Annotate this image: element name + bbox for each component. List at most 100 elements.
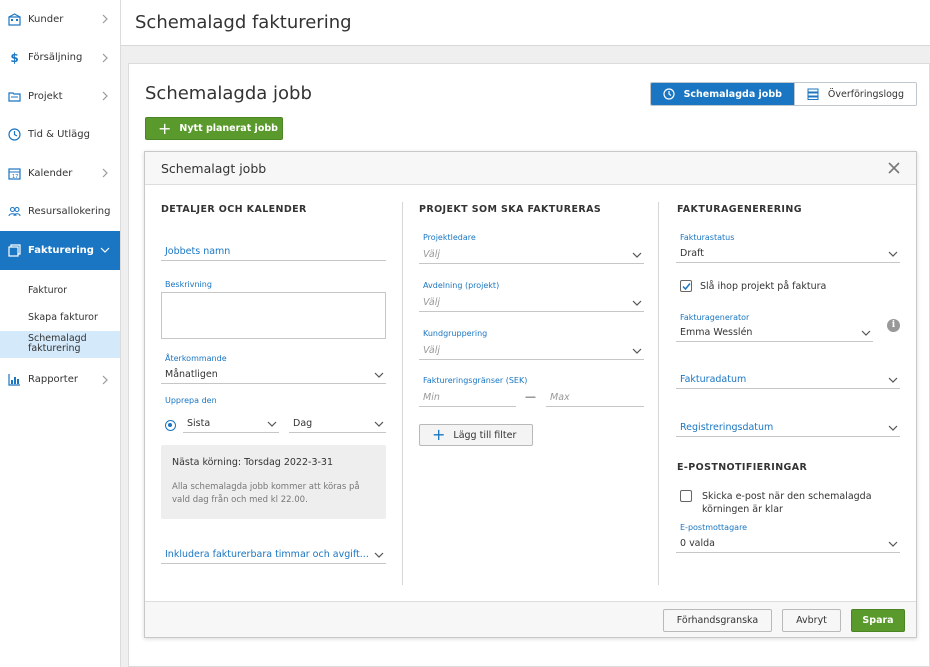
clock-icon: [8, 128, 21, 141]
dialog-header: Schemalagt jobb: [145, 152, 916, 185]
select-value: Dag: [293, 418, 313, 429]
page-title: Schemalagd fakturering: [135, 12, 352, 33]
chevron-down-icon: [267, 420, 277, 428]
chevron-right-icon: [100, 14, 110, 24]
customer-group-select[interactable]: Välj: [419, 342, 644, 360]
sidebar-item-forsaljning[interactable]: $ Försäljning: [0, 39, 120, 78]
invoice-generator-select[interactable]: Emma Wesslén: [676, 324, 873, 342]
sidebar-item-label: Tid & Utlägg: [28, 129, 90, 141]
preview-button[interactable]: Förhandsgranska: [663, 609, 772, 632]
folder-icon: [8, 90, 21, 103]
tab-label: Överföringslogg: [827, 88, 904, 100]
subitem-label: Schemalagd fakturering: [28, 333, 87, 354]
section-heading: E-POSTNOTIFIERINGAR: [677, 462, 808, 473]
close-icon[interactable]: [888, 162, 900, 174]
details-column: DETALJER OCH KALENDER Jobbets namn Beskr…: [161, 202, 386, 585]
project-manager-select[interactable]: Välj: [419, 246, 644, 264]
chevron-down-icon: [100, 245, 110, 255]
repeat-label: Upprepa den: [165, 396, 217, 405]
sidebar-subitem-schemalagd-fakturering[interactable]: Schemalagd fakturering: [0, 330, 120, 358]
recurring-label: Återkommande: [165, 354, 227, 363]
info-icon[interactable]: i: [887, 319, 900, 332]
department-select[interactable]: Välj: [419, 294, 644, 312]
dialog-footer: Förhandsgranska Avbryt Spara: [145, 601, 916, 637]
select-value: Emma Wesslén: [680, 327, 753, 338]
chevron-down-icon: [888, 424, 898, 432]
sidebar-item-label: Projekt: [28, 90, 63, 102]
sidebar-item-kalender[interactable]: 17 Kalender: [0, 154, 120, 193]
group-label: Kundgruppering: [423, 329, 488, 338]
description-label: Beskrivning: [165, 280, 212, 289]
chevron-right-icon: [100, 53, 110, 63]
include-hours-select[interactable]: Inkludera fakturerbara timmar och avgift…: [161, 546, 386, 564]
repeat-radio[interactable]: [165, 420, 176, 431]
min-input[interactable]: Min: [419, 389, 516, 407]
repeat-unit-select[interactable]: Dag: [289, 415, 386, 433]
sidebar-item-tid-utlagg[interactable]: Tid & Utlägg: [0, 116, 120, 155]
email-recipients-select[interactable]: 0 valda: [676, 535, 900, 553]
sidebar-item-kunder[interactable]: Kunder: [0, 0, 120, 39]
sidebar-item-resursallokering[interactable]: Resursallokering: [0, 193, 120, 232]
building-icon: [8, 13, 21, 26]
chevron-down-icon: [374, 371, 384, 379]
select-value: Välj: [423, 249, 440, 260]
select-value: Sista: [187, 418, 211, 429]
registration-date-select[interactable]: Registreringsdatum: [676, 419, 900, 437]
sidebar-item-projekt[interactable]: Projekt: [0, 77, 120, 116]
section-heading: PROJEKT SOM SKA FAKTURERAS: [419, 204, 602, 215]
cancel-button[interactable]: Avbryt: [782, 609, 841, 632]
check-icon: [682, 283, 691, 291]
select-value: Draft: [680, 248, 704, 259]
select-value: Välj: [423, 297, 440, 308]
chevron-down-icon: [888, 376, 898, 384]
tab-schemalagda-jobb[interactable]: Schemalagda jobb: [650, 83, 794, 105]
subitem-label: Fakturor: [28, 284, 68, 296]
dialog-title: Schemalagt jobb: [161, 161, 267, 176]
send-email-checkbox[interactable]: [680, 490, 692, 502]
recipients-label: E-postmottagare: [680, 523, 748, 532]
pm-label: Projektledare: [423, 233, 476, 242]
top-bar: Schemalagd fakturering: [121, 0, 930, 46]
sidebar-item-rapporter[interactable]: Rapporter: [0, 361, 120, 400]
new-scheduled-job-button[interactable]: + Nytt planerat jobb: [145, 117, 283, 140]
invoice-date-select[interactable]: Fakturadatum: [676, 371, 900, 389]
add-filter-button[interactable]: + Lägg till filter: [419, 424, 533, 446]
invoice-generation-column: FAKTURAGENERERING Fakturastatus Draft Sl…: [658, 202, 900, 585]
save-button[interactable]: Spara: [851, 609, 905, 632]
select-value: Välj: [423, 345, 440, 356]
chevron-right-icon: [100, 375, 110, 385]
repeat-which-select[interactable]: Sista: [183, 415, 279, 433]
section-heading: DETALJER OCH KALENDER: [161, 204, 307, 215]
calendar-icon: 17: [8, 167, 21, 180]
chevron-down-icon: [888, 540, 898, 548]
select-value: Inkludera fakturerbara timmar och avgift…: [165, 549, 369, 560]
sidebar-item-fakturering[interactable]: Fakturering: [0, 231, 120, 270]
sidebar: Kunder $ Försäljning Projekt Tid & Utläg…: [0, 0, 121, 667]
section-title: Schemalagda jobb: [145, 83, 312, 104]
max-input[interactable]: Max: [546, 389, 644, 407]
sidebar-item-label: Fakturering: [28, 244, 94, 256]
chevron-right-icon: [100, 91, 110, 101]
next-run-text: Nästa körning: Torsdag 2022-3-31: [172, 457, 334, 468]
tab-overforingslogg[interactable]: Överföringslogg: [793, 83, 916, 105]
select-value: Registreringsdatum: [680, 422, 774, 433]
chevron-right-icon: [100, 168, 110, 178]
subitem-label: Skapa fakturor: [28, 311, 98, 323]
job-name-input[interactable]: Jobbets namn: [161, 243, 386, 261]
select-value: Månatligen: [165, 369, 218, 380]
scheduled-job-dialog: Schemalagt jobb DETALJER OCH KALENDER Jo…: [144, 151, 917, 638]
sidebar-subitem-skapa-fakturor[interactable]: Skapa fakturor: [0, 304, 120, 331]
section-heading: FAKTURAGENERERING: [677, 204, 802, 215]
recurring-select[interactable]: Månatligen: [161, 366, 386, 384]
description-textarea[interactable]: [161, 292, 386, 339]
sidebar-item-label: Rapporter: [28, 374, 78, 386]
merge-projects-checkbox[interactable]: [680, 280, 692, 292]
merge-projects-label: Slå ihop projekt på faktura: [700, 281, 827, 292]
chevron-down-icon: [632, 299, 642, 307]
invoice-status-select[interactable]: Draft: [676, 245, 900, 263]
sidebar-subitem-fakturor[interactable]: Fakturor: [0, 277, 120, 304]
status-label: Fakturastatus: [680, 233, 735, 242]
dollar-icon: $: [10, 50, 19, 65]
clock-icon: [662, 88, 675, 100]
chevron-down-icon: [632, 251, 642, 259]
